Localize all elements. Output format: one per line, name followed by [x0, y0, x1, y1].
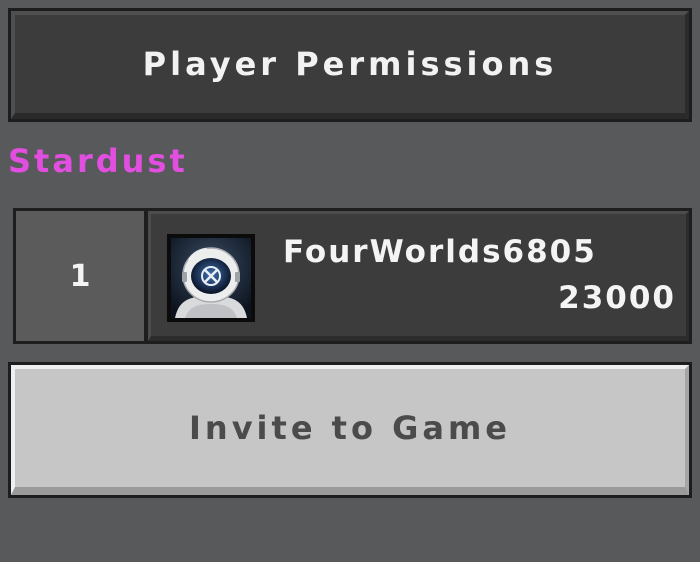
player-rank-cell: 1: [13, 208, 147, 344]
player-rank: 1: [69, 258, 91, 294]
player-permissions-label: Player Permissions: [142, 45, 558, 83]
player-card-face: FourWorlds6805 23000: [148, 211, 689, 341]
player-gamertag: FourWorlds6805: [283, 234, 597, 270]
player-score: 23000: [558, 280, 676, 316]
invite-to-game-button[interactable]: Invite to Game: [8, 362, 692, 498]
player-permissions-button[interactable]: Player Permissions: [8, 8, 692, 122]
group-name: Stardust: [8, 142, 188, 180]
invite-to-game-button-face: Invite to Game: [11, 365, 689, 495]
player-card[interactable]: FourWorlds6805 23000: [145, 208, 692, 344]
astronaut-xbox-avatar-icon: [167, 234, 255, 322]
player-permissions-button-face: Player Permissions: [11, 11, 689, 119]
invite-to-game-label: Invite to Game: [189, 409, 511, 447]
